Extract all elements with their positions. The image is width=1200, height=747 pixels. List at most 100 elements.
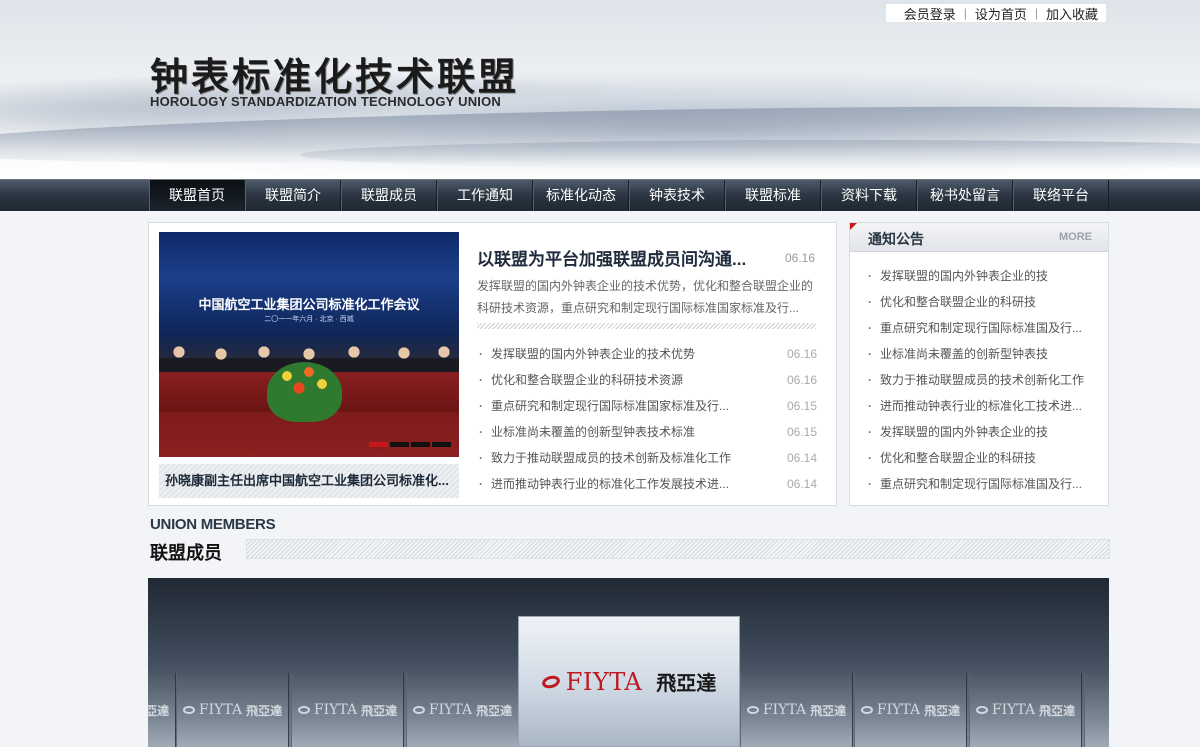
headline-summary: 发挥联盟的国内外钟表企业的技术优势，优化和整合联盟企业的科研技术资源，重点研究和…	[477, 279, 814, 315]
member-logo-tile[interactable]: FIYTA 飛亞達	[969, 673, 1082, 747]
news-panel: 中国航空工业集团公司标准化工作会议 二〇一一年六月 · 北京 · 西城 孙晓康副…	[148, 222, 837, 506]
site-logo-title[interactable]: 钟表标准化技术联盟	[150, 46, 519, 101]
featured-brand-cn: 飛亞達	[656, 671, 717, 695]
add-favorite-link[interactable]: 加入收藏	[1038, 4, 1106, 23]
nav-item-horology-tech[interactable]: 钟表技术	[629, 180, 725, 211]
slideshow-pager	[369, 442, 451, 447]
slide-dot-1[interactable]	[369, 442, 388, 447]
slide-banner-text: 中国航空工业集团公司标准化工作会议	[198, 297, 420, 312]
member-logo-tile[interactable]: FIYTA 飛亞達	[291, 673, 404, 747]
divider	[477, 323, 816, 329]
news-date: 06.15	[786, 425, 817, 439]
list-item[interactable]: 业标准尚未覆盖的创新型钟表技	[866, 341, 1096, 367]
nav-item-members[interactable]: 联盟成员	[341, 180, 437, 211]
member-logo-tile[interactable]: FIYTA 飛亞達	[740, 673, 853, 747]
slide-dot-4[interactable]	[432, 442, 451, 447]
slide-flowers-decoration	[267, 362, 342, 422]
member-logo-tile[interactable]: FIYTA 飛亞達	[406, 673, 519, 747]
slide-banner-subtext: 二〇一一年六月 · 北京 · 西城	[264, 316, 354, 323]
nav-item-standardization-news[interactable]: 标准化动态	[533, 180, 629, 211]
news-title: 进而推动钟表行业的标准化工作发展技术进...	[491, 477, 730, 491]
headline-date: 06.16	[785, 251, 816, 265]
list-item[interactable]: 重点研究和制定现行国际标准国及行...	[866, 315, 1096, 341]
tile-brand-cn: 飛亞達	[1039, 703, 1076, 718]
brand-mark-icon	[182, 706, 195, 714]
news-date: 06.14	[786, 477, 817, 491]
list-item[interactable]: 重点研究和制定现行国际标准国家标准及行... 06.15	[477, 393, 817, 419]
nav-item-secretariat-message[interactable]: 秘书处留言	[917, 180, 1013, 211]
slideshow-caption[interactable]: 孙晓康副主任出席中国航空工业集团公司标准化...	[159, 464, 459, 498]
featured-member-logo[interactable]: FIYTA 飛亞達	[518, 616, 740, 747]
brand-mark-icon	[412, 706, 425, 714]
slideshow-image[interactable]: 中国航空工业集团公司标准化工作会议 二〇一一年六月 · 北京 · 西城	[159, 232, 459, 457]
brand-mark-icon	[975, 706, 988, 714]
notice-panel: 通知公告 MORE 发挥联盟的国内外钟表企业的技 优化和整合联盟企业的科研技 重…	[849, 222, 1109, 506]
tile-brand: FIYTA	[313, 702, 358, 718]
header-wave-decoration-2	[300, 140, 1200, 170]
nav-item-downloads[interactable]: 资料下载	[821, 180, 917, 211]
headline-title[interactable]: 以联盟为平台加强联盟成员间沟通...	[477, 245, 817, 270]
member-logo-tile[interactable]: FIYTA	[1084, 673, 1109, 747]
member-login-link[interactable]: 会员登录	[896, 4, 964, 23]
tile-brand-cn: 飛亞達	[810, 703, 847, 718]
list-item[interactable]: 进而推动钟表行业的标准化工作发展技术进... 06.14	[477, 471, 817, 497]
list-item[interactable]: 优化和整合联盟企业的科研技	[866, 289, 1096, 315]
notice-title: 通知公告	[868, 231, 924, 247]
list-item[interactable]: 进而推动钟表行业的标准化工技术进...	[866, 393, 1096, 419]
set-homepage-link[interactable]: 设为首页	[967, 4, 1035, 23]
slide-dot-3[interactable]	[411, 442, 430, 447]
list-item[interactable]: 优化和整合联盟企业的科研技术资源 06.16	[477, 367, 817, 393]
member-logo-tile[interactable]: FIYTA 飛亞達	[854, 673, 967, 747]
tile-brand-cn: 飛亞達	[148, 703, 170, 718]
list-item[interactable]: 发挥联盟的国内外钟表企业的技	[866, 419, 1096, 445]
tile-brand-cn: 飛亞達	[246, 703, 283, 718]
news-date: 06.16	[786, 373, 817, 387]
news-title: 发挥联盟的国内外钟表企业的技术优势	[491, 347, 696, 361]
header: 会员登录 | 设为首页 | 加入收藏 钟表标准化技术联盟 HOROLOGY ST…	[0, 0, 1200, 180]
nav-item-union-standards[interactable]: 联盟标准	[725, 180, 821, 211]
brand-mark-icon	[540, 673, 561, 690]
list-item[interactable]: 业标准尚未覆盖的创新型钟表技术标准 06.15	[477, 419, 817, 445]
tile-brand: FIYTA	[428, 702, 473, 718]
main-navigation: 联盟首页 联盟简介 联盟成员 工作通知 标准化动态 钟表技术 联盟标准 资料下载…	[0, 179, 1200, 211]
brand-mark-icon	[297, 706, 310, 714]
notice-list: 发挥联盟的国内外钟表企业的技 优化和整合联盟企业的科研技 重点研究和制定现行国际…	[866, 263, 1096, 497]
news-date: 06.15	[786, 399, 817, 413]
site-logo-subtitle: HOROLOGY STANDARDIZATION TECHNOLOGY UNIO…	[150, 94, 502, 109]
featured-brand: FIYTA	[565, 667, 643, 696]
member-logo-tile[interactable]: FIYTA 飛亞達	[176, 673, 289, 747]
list-item[interactable]: 发挥联盟的国内外钟表企业的技术优势 06.16	[477, 341, 817, 367]
top-links: 会员登录 | 设为首页 | 加入收藏	[885, 4, 1106, 23]
tile-brand-cn: 飛亞達	[924, 703, 961, 718]
list-item[interactable]: 致力于推动联盟成员的技术创新及标准化工作 06.14	[477, 445, 817, 471]
list-item[interactable]: 重点研究和制定现行国际标准国及行...	[866, 471, 1096, 497]
nav-item-about[interactable]: 联盟简介	[245, 180, 341, 211]
member-logo-tile[interactable]: FIYTA 飛亞達	[148, 673, 176, 747]
tile-brand: FIYTA	[876, 702, 921, 718]
notice-header: 通知公告 MORE	[850, 223, 1108, 252]
news-title: 重点研究和制定现行国际标准国家标准及行...	[491, 399, 730, 413]
news-date: 06.14	[786, 451, 817, 465]
nav-item-notices[interactable]: 工作通知	[437, 180, 533, 211]
nav-item-contact-platform[interactable]: 联络平台	[1013, 180, 1109, 211]
section-divider	[246, 539, 1110, 559]
news-title: 优化和整合联盟企业的科研技术资源	[491, 373, 684, 387]
nav-item-home[interactable]: 联盟首页	[149, 180, 245, 211]
tile-brand: FIYTA	[762, 702, 807, 718]
members-section-title: 联盟成员	[150, 543, 222, 563]
corner-accent	[850, 223, 857, 230]
tile-brand-cn: 飛亞達	[361, 703, 398, 718]
tile-brand-cn: 飛亞達	[476, 703, 513, 718]
news-list: 发挥联盟的国内外钟表企业的技术优势 06.16 优化和整合联盟企业的科研技术资源 0…	[477, 341, 817, 497]
slide-dot-2[interactable]	[390, 442, 409, 447]
brand-mark-icon	[860, 706, 873, 714]
list-item[interactable]: 致力于推动联盟成员的技术创新化工作	[866, 367, 1096, 393]
tile-brand: FIYTA	[198, 702, 243, 718]
members-section-title-en: UNION MEMBERS	[150, 516, 276, 533]
news-date: 06.16	[786, 347, 817, 361]
brand-mark-icon	[746, 706, 759, 714]
list-item[interactable]: 发挥联盟的国内外钟表企业的技	[866, 263, 1096, 289]
notice-more-link[interactable]: MORE	[1059, 231, 1092, 243]
list-item[interactable]: 优化和整合联盟企业的科研技	[866, 445, 1096, 471]
news-title: 致力于推动联盟成员的技术创新及标准化工作	[491, 451, 732, 465]
